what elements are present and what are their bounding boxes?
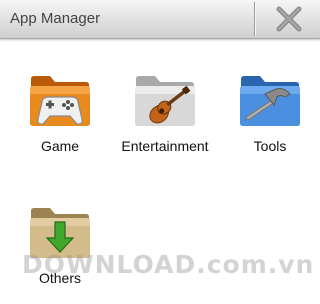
title-bar: App Manager [0, 0, 320, 39]
app-label-tools: Tools [253, 138, 287, 154]
app-others[interactable]: Others [4, 204, 116, 304]
app-tools[interactable]: Tools [214, 72, 320, 172]
gamepad-folder-icon [30, 76, 90, 126]
hammer-folder-icon [240, 76, 300, 126]
guitar-folder-icon [135, 76, 195, 126]
close-button[interactable] [257, 0, 320, 38]
app-game[interactable]: Game [4, 72, 116, 172]
close-x-icon [276, 6, 301, 32]
app-title: App Manager [10, 10, 101, 27]
download-folder-icon [30, 208, 90, 258]
app-entertainment[interactable]: Entertainment [109, 72, 221, 172]
title-divider [254, 2, 256, 36]
app-label-game: Game [40, 138, 80, 154]
app-label-entertainment: Entertainment [121, 138, 209, 154]
app-label-others: Others [38, 270, 81, 286]
